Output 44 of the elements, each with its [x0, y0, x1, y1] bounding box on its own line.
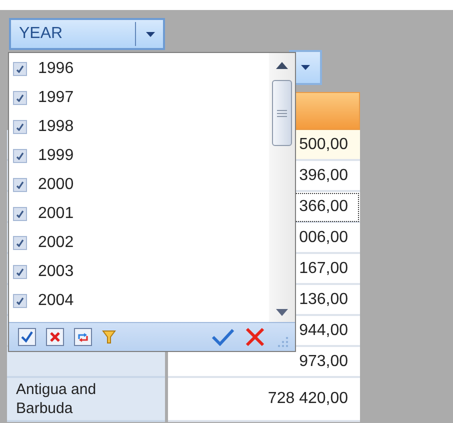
year-label: 2003: [38, 262, 74, 280]
year-list-item[interactable]: 1996: [9, 54, 269, 83]
caret-icon: [146, 32, 155, 36]
tick-icon: [16, 94, 24, 102]
check-all-icon[interactable]: [18, 328, 36, 346]
year-label: 2001: [38, 204, 74, 222]
row-header-text: Antigua and Barbuda: [16, 380, 98, 418]
checkbox[interactable]: [13, 236, 27, 250]
invert-selection-icon[interactable]: [74, 328, 92, 346]
scroll-up-icon[interactable]: [276, 62, 288, 69]
tick-icon: [16, 238, 24, 246]
tick-icon: [16, 210, 24, 218]
close-icon[interactable]: [245, 327, 265, 347]
year-label: 1996: [38, 60, 74, 78]
checkbox[interactable]: [13, 62, 27, 76]
year-label: 1998: [38, 118, 74, 136]
uncheck-all-icon[interactable]: [46, 328, 64, 346]
checkbox[interactable]: [13, 206, 27, 220]
year-label: 1997: [38, 88, 74, 106]
year-label: 2004: [38, 292, 74, 310]
year-label: 2000: [38, 176, 74, 194]
checkbox[interactable]: [13, 90, 27, 104]
tick-icon: [16, 268, 24, 276]
checkbox[interactable]: [13, 148, 27, 162]
checkbox[interactable]: [13, 294, 27, 308]
scrollbar[interactable]: [269, 53, 295, 322]
tick-icon: [16, 64, 24, 72]
checkbox[interactable]: [13, 178, 27, 192]
checkbox[interactable]: [13, 264, 27, 278]
tick-icon: [16, 152, 24, 160]
year-label: 1999: [38, 146, 74, 164]
checkbox[interactable]: [13, 120, 27, 134]
tick-icon: [16, 180, 24, 188]
checkmark-icon[interactable]: [211, 328, 235, 346]
tick-icon: [16, 296, 24, 304]
tick-icon: [16, 122, 24, 130]
scrollbar-thumb[interactable]: [272, 80, 292, 146]
year-list-item[interactable]: 1997: [9, 83, 269, 112]
resize-grip-icon[interactable]: [275, 336, 289, 350]
caret-icon: [301, 65, 310, 70]
value-cell: 728 420,00: [168, 378, 360, 422]
year-label: 2002: [38, 234, 74, 252]
year-field-dropdown[interactable]: YEAR: [9, 18, 165, 50]
filter-icon[interactable]: [102, 330, 116, 344]
